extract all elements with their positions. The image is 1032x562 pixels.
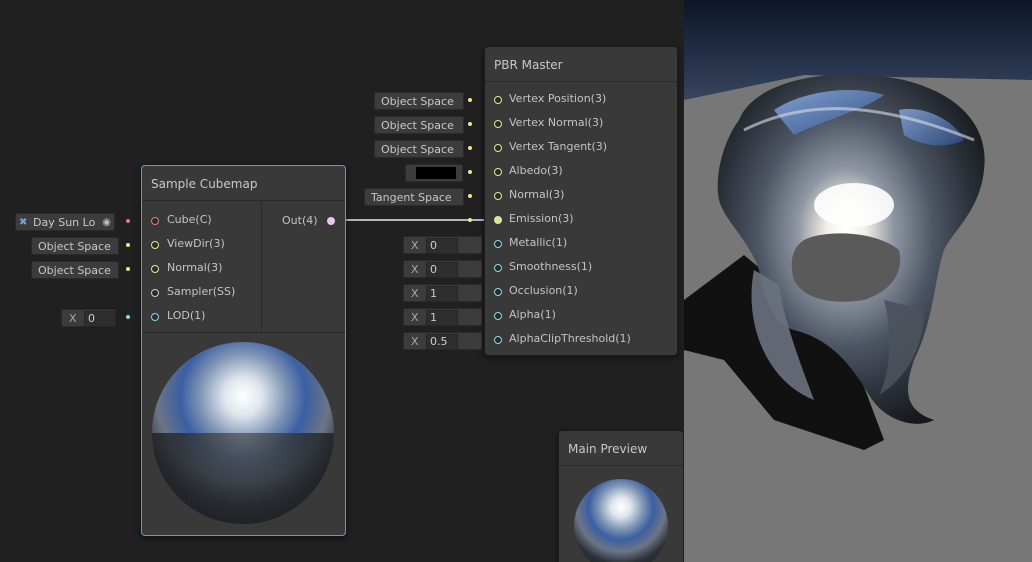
- color-swatch: [416, 167, 456, 179]
- space-field[interactable]: Object Space: [374, 116, 464, 134]
- field-connector-dot: [468, 146, 472, 150]
- value-input[interactable]: 0: [426, 262, 458, 278]
- value-input[interactable]: 0: [84, 311, 116, 327]
- x-label: X: [411, 335, 419, 348]
- input-label: Normal(3): [167, 261, 223, 274]
- input-port[interactable]: [494, 288, 502, 296]
- space-field[interactable]: Object Space: [31, 237, 119, 255]
- value-input[interactable]: 0.5: [426, 334, 458, 350]
- input-label: Alpha(1): [509, 308, 556, 321]
- main-preview-panel[interactable]: Main Preview: [558, 430, 684, 562]
- vector1-field[interactable]: X1: [403, 308, 482, 326]
- input-label: ViewDir(3): [167, 237, 225, 250]
- cubemap-field[interactable]: ✖ Day Sun Lo ◉: [15, 213, 115, 231]
- space-field[interactable]: Object Space: [374, 140, 464, 158]
- x-label: X: [411, 311, 419, 324]
- input-port[interactable]: [494, 264, 502, 272]
- x-label: X: [411, 287, 419, 300]
- input-port[interactable]: [494, 96, 502, 104]
- field-connector-dot: [468, 122, 472, 126]
- field-connector-dot: [468, 98, 472, 102]
- vector1-field[interactable]: X 0.5: [403, 332, 482, 350]
- input-label: Normal(3): [509, 188, 565, 201]
- field-connector-dot: [126, 267, 130, 271]
- helmet-render: [684, 0, 1032, 562]
- albedo-color-field[interactable]: [405, 164, 463, 182]
- input-port[interactable]: [151, 241, 159, 249]
- field-connector-dot: [468, 218, 472, 222]
- input-port[interactable]: [494, 336, 502, 344]
- value-input[interactable]: 0: [426, 238, 458, 254]
- input-label: Sampler(SS): [167, 285, 236, 298]
- input-label: Vertex Normal(3): [509, 116, 604, 129]
- vector1-field[interactable]: X0: [403, 260, 482, 278]
- output-port-row: Out(4): [282, 212, 342, 230]
- field-connector-dot: [126, 219, 130, 223]
- space-field[interactable]: Tangent Space: [364, 188, 464, 206]
- field-connector-dot: [126, 315, 130, 319]
- input-port[interactable]: [494, 144, 502, 152]
- space-field[interactable]: Object Space: [374, 92, 464, 110]
- input-port[interactable]: [151, 289, 159, 297]
- input-label: Emission(3): [509, 212, 574, 225]
- main-preview-title: Main Preview: [559, 431, 683, 466]
- value-input[interactable]: 1: [426, 286, 458, 302]
- cubemap-preview-sphere: [152, 342, 334, 524]
- x-label: X: [411, 239, 419, 252]
- input-label: Cube(C): [167, 213, 212, 226]
- x-label: X: [69, 312, 77, 325]
- input-label: LOD(1): [167, 309, 206, 322]
- cubemap-name: Day Sun Lo: [33, 216, 96, 229]
- input-port[interactable]: [151, 217, 159, 225]
- input-port[interactable]: [151, 265, 159, 273]
- input-label: Smoothness(1): [509, 260, 593, 273]
- preview-divider: [142, 332, 345, 333]
- main-preview-sphere: [574, 479, 668, 562]
- field-connector-dot: [468, 194, 472, 198]
- input-label: AlphaClipThreshold(1): [509, 332, 631, 345]
- vector1-field[interactable]: X0: [61, 309, 116, 327]
- input-label: Albedo(3): [509, 164, 563, 177]
- input-port[interactable]: [494, 168, 502, 176]
- node-divider: [261, 202, 262, 332]
- cubemap-icon: ✖: [19, 217, 28, 228]
- input-label: Vertex Position(3): [509, 92, 607, 105]
- x-label: X: [411, 263, 419, 276]
- scene-preview[interactable]: [684, 0, 1032, 562]
- pbr-master-title: PBR Master: [485, 47, 677, 82]
- input-port[interactable]: [494, 240, 502, 248]
- sample-cubemap-title: Sample Cubemap: [142, 166, 345, 201]
- input-port[interactable]: [494, 216, 502, 224]
- space-field[interactable]: Object Space: [31, 261, 119, 279]
- input-port[interactable]: [151, 313, 159, 321]
- vector1-field[interactable]: X1: [403, 284, 482, 302]
- field-connector-dot: [126, 243, 130, 247]
- field-connector-dot: [468, 170, 472, 174]
- input-label: Occlusion(1): [509, 284, 578, 297]
- value-input[interactable]: 1: [426, 310, 458, 326]
- output-label: Out(4): [282, 214, 318, 227]
- input-label: Metallic(1): [509, 236, 568, 249]
- vector1-field[interactable]: X0: [403, 236, 482, 254]
- output-port[interactable]: [327, 217, 335, 225]
- shader-graph-canvas[interactable]: PBR Master Vertex Position(3) Object Spac…: [0, 0, 684, 562]
- input-label: Vertex Tangent(3): [509, 140, 608, 153]
- input-port[interactable]: [494, 192, 502, 200]
- object-picker-icon[interactable]: ◉: [102, 214, 111, 232]
- input-port[interactable]: [494, 120, 502, 128]
- input-port[interactable]: [494, 312, 502, 320]
